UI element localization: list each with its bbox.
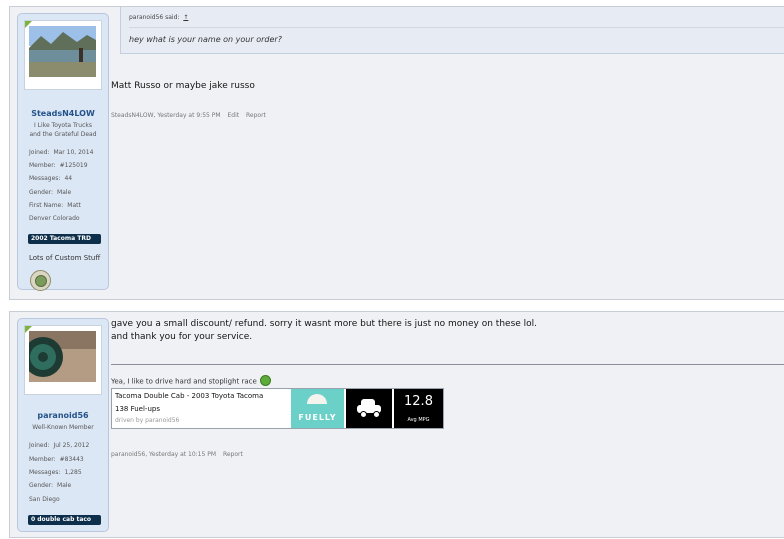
stat-member: Member: #83443 [29, 456, 84, 463]
quote-block: paranoid56 said: ↑ hey what is your name… [120, 7, 784, 54]
fuelly-widget[interactable]: Tacoma Double Cab - 2003 Toyota Tacoma 1… [111, 388, 444, 429]
user-title-line2: and the Grateful Dead [29, 131, 97, 138]
avatar-photo [29, 26, 96, 77]
post-1: SteadsN4LOW I Like Toyota Trucks and the… [9, 6, 784, 300]
post-2: paranoid56 Well-Known Member Joined: Jul … [9, 311, 784, 538]
stat-location: Denver Colorado [29, 215, 80, 222]
mpg-label: Avg MPG [407, 417, 430, 423]
quote-divider [129, 27, 784, 28]
vehicle-badge[interactable]: 2002 Tacoma TRD [28, 234, 101, 244]
fuelly-driven-by: driven by paranoid56 [115, 417, 180, 424]
seal-icon [30, 270, 51, 291]
message-line-1: gave you a small discount/ refund. sorry… [111, 319, 538, 329]
gauge-icon [307, 394, 327, 404]
vehicle-badge[interactable]: 0 double cab taco [28, 515, 101, 525]
user-title: Well-Known Member [32, 424, 94, 431]
user-title-line1: I Like Toyota Trucks [34, 122, 92, 129]
username[interactable]: paranoid56 [18, 411, 108, 420]
meta-time[interactable]: Yesterday at 10:15 PM [149, 451, 216, 458]
user-info-sidebar: paranoid56 Well-Known Member Joined: Jul … [17, 318, 109, 532]
quote-attribution: paranoid56 said: ↑ [129, 14, 188, 21]
stat-gender: Gender: Male [29, 189, 72, 196]
quote-author: paranoid56 said: [129, 14, 180, 21]
stat-messages: Messages: 44 [29, 175, 73, 182]
user-info-sidebar: SteadsN4LOW I Like Toyota Trucks and the… [17, 13, 109, 291]
stat-location: San Diego [29, 496, 60, 503]
username[interactable]: SteadsN4LOW [18, 109, 108, 118]
stat-messages: Messages: 1,285 [29, 469, 82, 476]
stat-joined: Joined: Jul 25, 2012 [29, 442, 90, 449]
avatar[interactable] [24, 325, 102, 395]
avg-mpg-box: 12.8 Avg MPG [394, 389, 443, 428]
globe-icon [259, 375, 271, 386]
edit-link[interactable]: Edit [227, 112, 239, 119]
fuelly-logo[interactable]: FUELLY [291, 389, 344, 428]
fuelly-fuelups: 138 Fuel-ups [115, 405, 160, 413]
stat-first-name: First Name: Matt [29, 202, 81, 209]
avatar-photo [29, 331, 96, 382]
stat-joined: Joined: Mar 10, 2014 [29, 149, 94, 156]
meta-author[interactable]: paranoid56, [111, 451, 147, 458]
quote-text: hey what is your name on your order? [129, 35, 282, 44]
car-icon [346, 389, 392, 428]
quote-jump-link[interactable]: ↑ [183, 14, 188, 21]
meta-author[interactable]: SteadsN4LOW, [111, 112, 155, 119]
meta-time[interactable]: Yesterday at 9:55 PM [157, 112, 220, 119]
custom-field: Lots of Custom Stuff [29, 254, 101, 262]
report-link[interactable]: Report [246, 112, 266, 119]
signature-divider [111, 364, 784, 365]
avatar[interactable] [24, 20, 102, 90]
stat-gender: Gender: Male [29, 482, 72, 489]
fuelly-vehicle-title[interactable]: Tacoma Double Cab - 2003 Toyota Tacoma [115, 392, 263, 400]
message-text: Matt Russo or maybe jake russo [111, 81, 255, 91]
mpg-value: 12.8 [404, 394, 433, 409]
message-line-2: and thank you for your service. [111, 332, 253, 342]
signature-text: Yea, I like to drive hard and stoplight … [111, 375, 271, 387]
stat-member: Member: #125019 [29, 162, 88, 169]
message-meta: SteadsN4LOW, Yesterday at 9:55 PM Edit R… [111, 112, 266, 119]
message-meta: paranoid56, Yesterday at 10:15 PM Report [111, 451, 243, 458]
report-link[interactable]: Report [223, 451, 243, 458]
